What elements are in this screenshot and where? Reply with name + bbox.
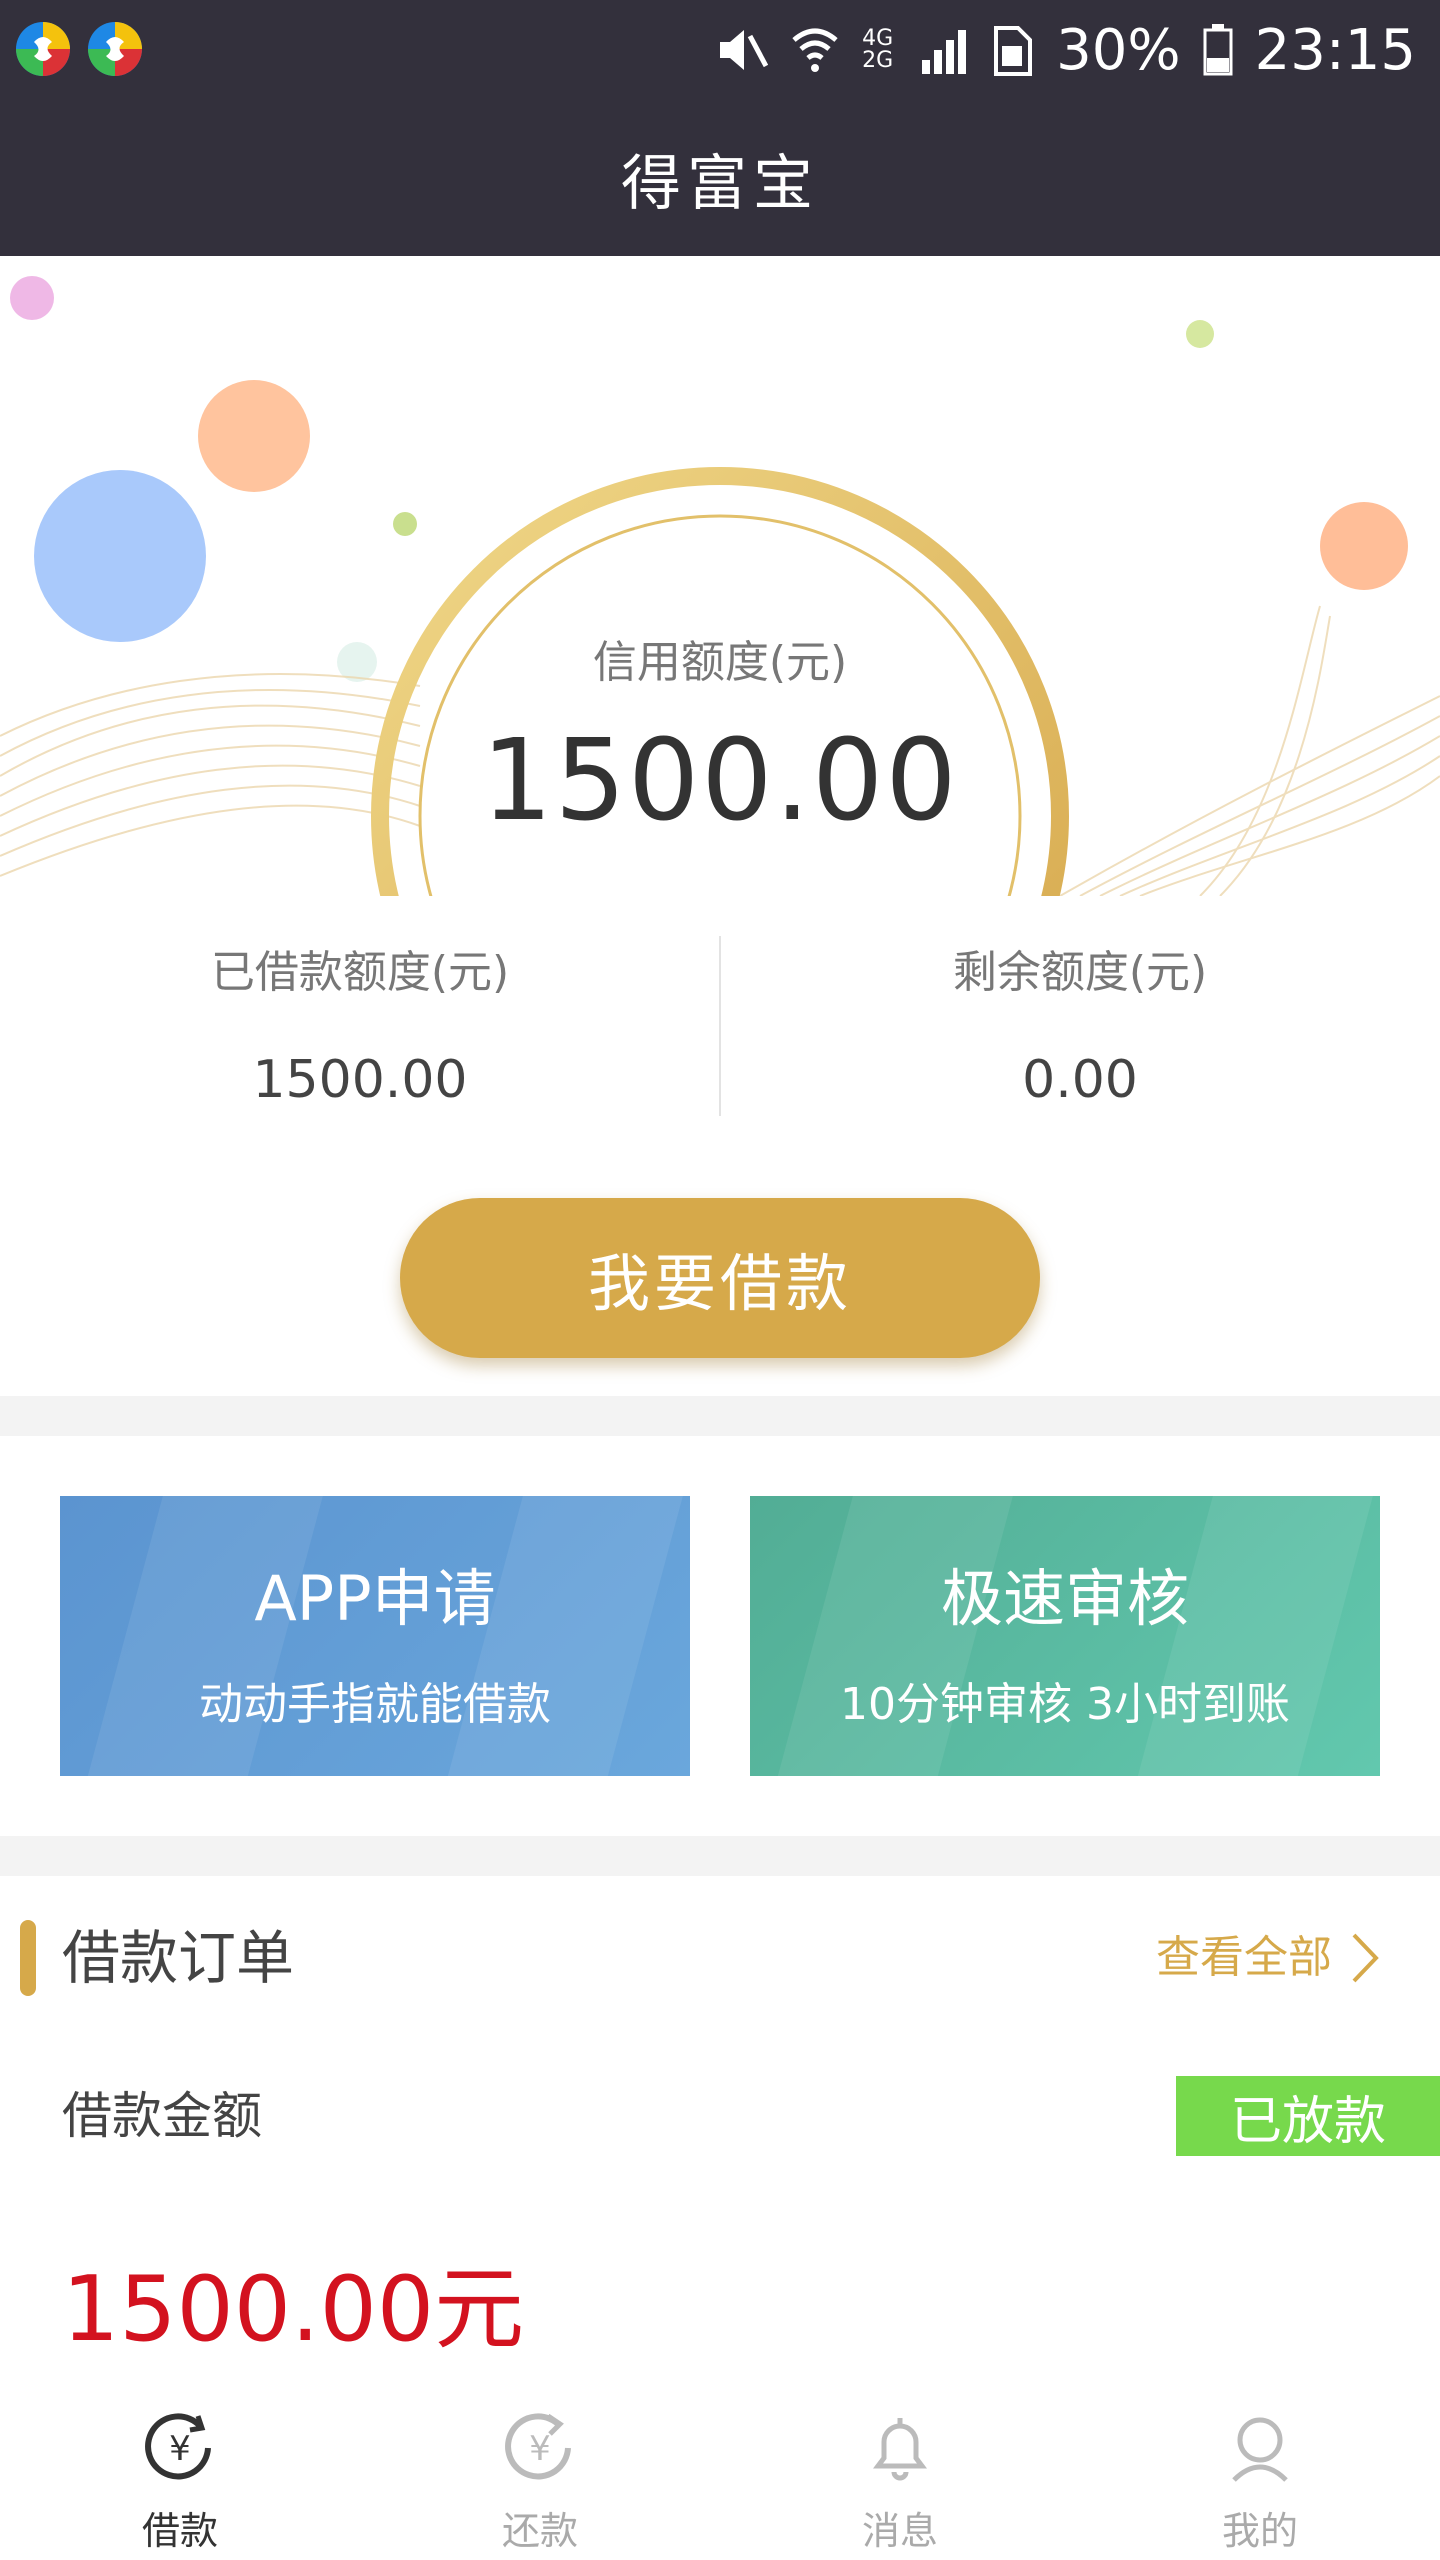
feature-subtitle: 动动手指就能借款 <box>199 1679 551 1730</box>
view-all-link[interactable]: 查看全部 <box>1156 1920 1380 1996</box>
signal-icon <box>922 30 967 74</box>
decor-bubble <box>10 276 54 320</box>
feature-title: APP申请 <box>254 1562 496 1635</box>
sim-icon <box>994 26 1033 76</box>
battery-icon <box>1203 24 1233 76</box>
tab-label: 我的 <box>1221 2509 1298 2553</box>
borrowed-label: 已借款额度(元) <box>210 947 510 998</box>
tab-label: 还款 <box>501 2509 578 2553</box>
decor-bubble <box>1320 502 1408 590</box>
loan-icon: ¥ <box>145 2413 211 2480</box>
feature-subtitle: 10分钟审核 3小时到账 <box>840 1679 1290 1730</box>
mute-icon <box>720 30 769 70</box>
decor-bubble <box>34 470 206 642</box>
decor-bubble <box>198 380 310 492</box>
remaining-stat: 剩余额度(元) 0.00 <box>720 936 1440 1110</box>
feature-card-fast-review[interactable]: 极速审核 10分钟审核 3小时到账 <box>750 1496 1380 1776</box>
loan-amount-label: 借款金额 <box>62 2087 262 2145</box>
battery-percent: 30% <box>1056 17 1181 83</box>
chevron-right-icon <box>1352 1933 1379 1983</box>
borrowed-stat: 已借款额度(元) 1500.00 <box>0 936 720 1110</box>
repay-icon: ¥ <box>505 2413 571 2480</box>
svg-text:¥: ¥ <box>169 2429 191 2469</box>
borrowed-value: 1500.00 <box>252 1050 468 1110</box>
borrow-area: 我要借款 <box>0 1136 1440 1396</box>
feature-card-app-apply[interactable]: APP申请 动动手指就能借款 <box>60 1496 690 1776</box>
remaining-label: 剩余额度(元) <box>952 947 1208 998</box>
tab-label: 消息 <box>861 2509 938 2553</box>
decor-bubble <box>393 512 417 536</box>
svg-text:¥: ¥ <box>529 2429 551 2469</box>
view-all-label: 查看全部 <box>1156 1932 1332 1983</box>
limit-stats: 已借款额度(元) 1500.00 剩余额度(元) 0.00 <box>0 896 1440 1136</box>
page-title-bar: 得富宝 <box>0 100 1440 256</box>
remaining-value: 0.00 <box>1022 1050 1138 1110</box>
borrow-button[interactable]: 我要借款 <box>400 1198 1040 1358</box>
status-badge: 已放款 <box>1176 2076 1440 2156</box>
wifi-icon <box>792 28 838 72</box>
loan-amount-value: 1500.00元 <box>62 2257 525 2362</box>
tab-repay[interactable]: ¥ 还款 <box>360 2408 720 2555</box>
tab-messages[interactable]: 消息 <box>720 2408 1080 2555</box>
feature-cards: APP申请 动动手指就能借款 极速审核 10分钟审核 3小时到账 <box>0 1436 1440 1836</box>
bell-icon <box>873 2418 927 2481</box>
user-icon <box>1232 2417 1288 2482</box>
decor-bubble <box>1186 320 1214 348</box>
bottom-tab-bar: ¥ 借款 ¥ 还款 消息 我的 <box>0 2386 1440 2560</box>
app-badge-icon <box>16 22 70 76</box>
tab-label: 借款 <box>141 2509 218 2553</box>
credit-limit-label: 信用额度(元) <box>592 637 848 688</box>
tab-profile[interactable]: 我的 <box>1080 2408 1440 2555</box>
page-title: 得富宝 <box>621 148 819 219</box>
loan-orders-section: 借款订单 查看全部 借款金额 已放款 1500.00元 <box>0 1876 1440 2386</box>
network-type: 4G 2G <box>862 26 894 73</box>
section-title: 借款订单 <box>62 1924 295 1992</box>
app-badge-icon <box>88 22 142 76</box>
credit-hero: 信用额度(元) 1500.00 <box>0 256 1440 896</box>
status-bar: 4G 2G 30% 23:15 <box>0 0 1440 100</box>
feature-title: 极速审核 <box>940 1562 1189 1635</box>
section-accent-bar <box>20 1920 36 1996</box>
clock: 23:15 <box>1254 17 1416 83</box>
tab-loan[interactable]: ¥ 借款 <box>0 2408 360 2555</box>
credit-limit-value: 1500.00 <box>481 716 959 846</box>
